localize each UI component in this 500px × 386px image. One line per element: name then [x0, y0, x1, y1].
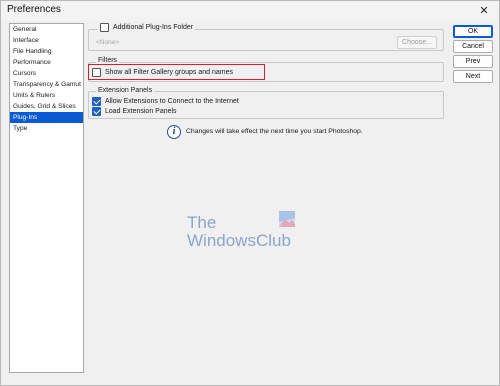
- preferences-sidebar: General Interface File Handling Performa…: [9, 23, 84, 373]
- extension-panels-title: Extension Panels: [96, 87, 155, 94]
- allow-extensions-label: Allow Extensions to Connect to the Inter…: [104, 98, 239, 105]
- prev-button[interactable]: Prev: [453, 55, 493, 68]
- sidebar-item-interface[interactable]: Interface: [10, 35, 83, 46]
- sidebar-item-type[interactable]: Type: [10, 123, 83, 134]
- watermark-text: The WindowsClub: [187, 214, 291, 250]
- close-icon[interactable]: ✕: [477, 4, 491, 18]
- watermark-logo-icon: [279, 211, 295, 227]
- load-extension-panels-checkbox[interactable]: [92, 107, 101, 116]
- highlight-annotation: [88, 64, 265, 80]
- ok-button[interactable]: OK: [453, 25, 493, 38]
- plugins-folder-checkbox[interactable]: [100, 23, 109, 32]
- plugins-folder-path: <None>: [96, 39, 120, 46]
- sidebar-item-units-rulers[interactable]: Units & Rulers: [10, 90, 83, 101]
- watermark-line-1: The: [187, 213, 217, 232]
- load-extension-panels-label: Load Extension Panels: [104, 108, 177, 115]
- plugins-folder-group: [88, 29, 444, 51]
- plugins-folder-label: Additional Plug-Ins Folder: [112, 24, 194, 31]
- watermark-line-2: WindowsClub: [187, 231, 291, 250]
- allow-extensions-row[interactable]: Allow Extensions to Connect to the Inter…: [92, 97, 239, 106]
- next-button[interactable]: Next: [453, 70, 493, 83]
- sidebar-item-file-handling[interactable]: File Handling: [10, 46, 83, 57]
- sidebar-item-general[interactable]: General: [10, 24, 83, 35]
- plugins-folder-checkbox-row[interactable]: Additional Plug-Ins Folder: [98, 23, 196, 32]
- window-title: Preferences: [7, 4, 61, 15]
- restart-notice: Changes will take effect the next time y…: [186, 128, 363, 135]
- sidebar-item-cursors[interactable]: Cursors: [10, 68, 83, 79]
- choose-folder-button[interactable]: Choose...: [397, 36, 437, 49]
- cancel-button[interactable]: Cancel: [453, 40, 493, 53]
- preferences-dialog: Preferences ✕ General Interface File Han…: [0, 0, 500, 386]
- title-bar: Preferences ✕: [1, 1, 499, 21]
- sidebar-item-plug-ins[interactable]: Plug-Ins: [10, 112, 83, 123]
- allow-extensions-checkbox[interactable]: [92, 97, 101, 106]
- filters-group-title: Filters: [96, 57, 120, 64]
- sidebar-item-transparency-gamut[interactable]: Transparency & Gamut: [10, 79, 83, 90]
- sidebar-item-guides-grid-slices[interactable]: Guides, Grid & Slices: [10, 101, 83, 112]
- sidebar-item-performance[interactable]: Performance: [10, 57, 83, 68]
- load-extension-panels-row[interactable]: Load Extension Panels: [92, 107, 177, 116]
- info-icon: i: [167, 125, 181, 139]
